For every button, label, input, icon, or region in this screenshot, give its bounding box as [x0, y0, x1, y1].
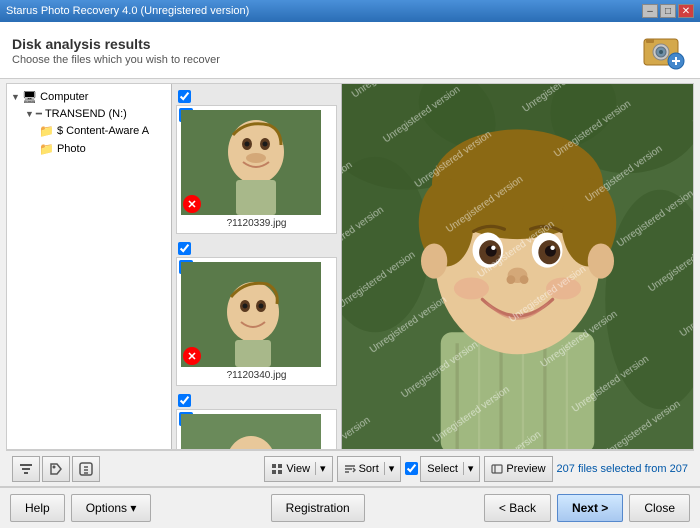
- tree-label-photo: Photo: [57, 143, 86, 155]
- header-icon: [640, 30, 688, 72]
- thumb-image-1[interactable]: ✕: [181, 110, 321, 215]
- tree-item-transend[interactable]: ▼ ━ TRANSEND (N:): [7, 106, 171, 122]
- header-section: Disk analysis results Choose the files w…: [0, 22, 700, 79]
- thumb-label-1: ?1120339.jpg: [181, 218, 332, 229]
- toolbar-right-controls: View ▾ Sort ▾ Select ▾ Preview 207 files…: [264, 456, 688, 482]
- drive-icon: ━: [36, 109, 42, 120]
- select-all-checkbox[interactable]: [178, 90, 191, 103]
- close-button[interactable]: Close: [629, 494, 690, 522]
- thumb-image-2[interactable]: ✕: [181, 262, 321, 367]
- sort-dropdown-button[interactable]: Sort ▾: [337, 456, 402, 482]
- preview-label: Preview: [506, 463, 545, 475]
- minimize-button[interactable]: –: [642, 4, 658, 18]
- next-button[interactable]: Next >: [557, 494, 623, 522]
- delete-icon-1[interactable]: ✕: [183, 195, 201, 213]
- registration-button[interactable]: Registration: [271, 494, 365, 522]
- close-window-button[interactable]: ✕: [678, 4, 694, 18]
- thumb-image-3[interactable]: [181, 414, 321, 449]
- tree-item-content-aware[interactable]: 📁 $ Content-Aware A: [7, 122, 171, 140]
- thumbnail-container: ✕ ?1120339.jpg: [172, 84, 341, 449]
- folder-icon-photo: 📁: [39, 142, 54, 156]
- thumbnail-item-2: ✕ ?1120340.jpg: [176, 257, 337, 386]
- back-button[interactable]: < Back: [484, 494, 551, 522]
- preview-panel: Unregistered version: [342, 84, 693, 449]
- tree-label-computer: Computer: [40, 91, 88, 103]
- view-dropdown-button[interactable]: View ▾: [264, 456, 332, 482]
- toolbar: View ▾ Sort ▾ Select ▾ Preview 207 files…: [6, 450, 694, 486]
- tree-item-photo[interactable]: 📁 Photo: [7, 140, 171, 158]
- select-label: Select: [427, 463, 458, 475]
- thumbnail-panel[interactable]: ✕ ?1120339.jpg: [172, 84, 342, 449]
- tree-arrow: ▼: [11, 92, 20, 102]
- folder-icon-content: 📁: [39, 124, 54, 138]
- file-tree[interactable]: ▼ Computer ▼ ━ TRANSEND (N:) 📁 $ Content…: [7, 84, 172, 449]
- page-subtitle: Choose the files which you wish to recov…: [12, 54, 220, 66]
- options-label: Options: [86, 501, 127, 515]
- select-all-checkbox-2[interactable]: [178, 242, 191, 255]
- select-dropdown-button[interactable]: Select ▾: [420, 456, 480, 482]
- help-button[interactable]: Help: [10, 494, 65, 522]
- view-label: View: [286, 463, 310, 475]
- bottom-center: Registration: [271, 494, 365, 522]
- tree-item-computer[interactable]: ▼ Computer: [7, 88, 171, 106]
- select-checkbox[interactable]: [405, 462, 418, 475]
- page-title: Disk analysis results: [12, 36, 220, 52]
- tree-label-content-aware: $ Content-Aware A: [57, 125, 149, 137]
- bottom-bar: Help Options ▾ Registration < Back Next …: [0, 486, 700, 528]
- filter-button[interactable]: [12, 456, 40, 482]
- title-bar: Starus Photo Recovery 4.0 (Unregistered …: [0, 0, 700, 22]
- options-arrow: ▾: [130, 501, 136, 515]
- thumbnail-item-1: ✕ ?1120339.jpg: [176, 105, 337, 234]
- tree-arrow-2: ▼: [25, 109, 34, 119]
- options-button[interactable]: Options ▾: [71, 494, 152, 522]
- select-dropdown-arrow: ▾: [463, 462, 474, 475]
- tree-label-transend: TRANSEND (N:): [45, 108, 127, 120]
- thumb-label-2: ?1120340.jpg: [181, 370, 332, 381]
- preview-button[interactable]: Preview: [484, 456, 552, 482]
- sort-label: Sort: [359, 463, 379, 475]
- sort-dropdown-arrow: ▾: [384, 462, 395, 475]
- header-text: Disk analysis results Choose the files w…: [12, 36, 220, 66]
- maximize-button[interactable]: □: [660, 4, 676, 18]
- select-all-checkbox-3[interactable]: [178, 394, 191, 407]
- toolbar-left-buttons: [12, 456, 100, 482]
- thumbnail-item-3: [176, 409, 337, 449]
- computer-icon: [22, 90, 37, 104]
- info-button[interactable]: [72, 456, 100, 482]
- select-control: Select ▾: [405, 456, 480, 482]
- window-controls: – □ ✕: [642, 4, 694, 18]
- window-title: Starus Photo Recovery 4.0 (Unregistered …: [6, 5, 249, 17]
- view-dropdown-arrow: ▾: [315, 462, 326, 475]
- bottom-left-buttons: Help Options ▾: [10, 494, 151, 522]
- tag-button[interactable]: [42, 456, 70, 482]
- file-count: 207 files selected from 207: [557, 463, 688, 475]
- delete-icon-2[interactable]: ✕: [183, 347, 201, 365]
- main-area: ▼ Computer ▼ ━ TRANSEND (N:) 📁 $ Content…: [6, 83, 694, 450]
- bottom-right-buttons: < Back Next > Close: [484, 494, 690, 522]
